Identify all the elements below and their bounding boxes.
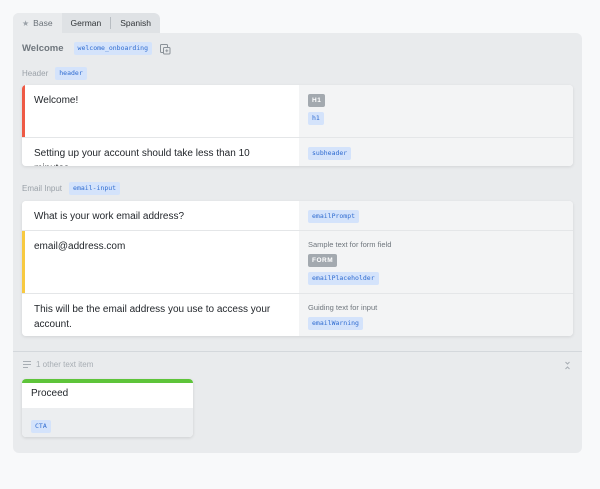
text-key-chip[interactable]: h1 — [308, 112, 324, 125]
list-icon — [23, 360, 31, 369]
group-title: Welcome — [22, 43, 64, 54]
text-key-chip[interactable]: emailPrompt — [308, 210, 360, 223]
section-header-email-input: Email Input email-input — [22, 182, 121, 195]
type-badge: H1 — [308, 94, 326, 107]
section-key-chip[interactable]: email-input — [69, 182, 121, 195]
cta-text[interactable]: Proceed — [22, 383, 193, 408]
header-card: Welcome! H1 h1 Setting up your account s… — [22, 85, 573, 166]
text-row-email-prompt[interactable]: What is your work email address? emailPr… — [22, 201, 573, 230]
other-items-toggle[interactable]: 1 other text item — [22, 360, 93, 369]
language-tabs: ★ Base German Spanish — [13, 13, 160, 33]
tab-label: German — [70, 18, 102, 28]
h1-status-bar — [22, 85, 25, 137]
text-key-chip[interactable]: emailWarning — [308, 317, 363, 330]
tab-german[interactable]: German — [62, 13, 111, 33]
text-row-email-warning[interactable]: This will be the email address you use t… — [22, 293, 573, 336]
text-row-h1[interactable]: Welcome! H1 h1 — [22, 85, 573, 137]
email-input-card: What is your work email address? emailPr… — [22, 201, 573, 336]
text-meta: Sample text for form field FORM emailPla… — [299, 231, 573, 293]
tab-label: Base — [33, 18, 53, 28]
group-header: Welcome welcome_onboarding — [22, 42, 171, 55]
text-key-chip[interactable]: subheader — [308, 147, 352, 160]
collapse-icon[interactable] — [563, 361, 572, 370]
cta-key-chip[interactable]: CTA — [31, 420, 51, 433]
section-header-header: Header header — [22, 67, 87, 80]
cta-meta: CTA — [22, 408, 193, 437]
text-meta: subheader — [299, 138, 573, 166]
form-status-bar — [22, 231, 25, 293]
star-icon: ★ — [22, 18, 30, 28]
text-value[interactable]: email@address.com — [22, 231, 299, 293]
tab-base[interactable]: ★ Base — [13, 13, 62, 33]
copy-icon[interactable] — [159, 43, 171, 55]
text-description: Guiding text for input — [308, 303, 378, 312]
type-badge: FORM — [308, 254, 338, 267]
text-key-chip[interactable]: emailPlaceholder — [308, 272, 379, 285]
section-label: Email Input — [22, 184, 63, 193]
section-key-chip[interactable]: header — [55, 67, 87, 80]
text-value[interactable]: What is your work email address? — [22, 201, 299, 230]
section-label: Header — [22, 69, 49, 78]
section-divider — [13, 351, 582, 352]
text-row-email-placeholder[interactable]: email@address.com Sample text for form f… — [22, 230, 573, 293]
text-meta: emailPrompt — [299, 201, 573, 230]
tab-spanish[interactable]: Spanish — [111, 13, 160, 33]
tab-label: Spanish — [120, 18, 151, 28]
text-value[interactable]: This will be the email address you use t… — [22, 294, 299, 336]
group-key-chip[interactable]: welcome_onboarding — [73, 42, 152, 55]
text-description: Sample text for form field — [308, 240, 392, 249]
text-meta: Guiding text for input emailWarning — [299, 294, 573, 336]
cta-card[interactable]: Proceed CTA — [22, 379, 193, 437]
text-value[interactable]: Setting up your account should take less… — [22, 138, 299, 166]
text-row-subheader[interactable]: Setting up your account should take less… — [22, 137, 573, 166]
text-meta: H1 h1 — [299, 85, 573, 137]
other-items-label: 1 other text item — [36, 360, 94, 369]
text-value[interactable]: Welcome! — [22, 85, 299, 137]
